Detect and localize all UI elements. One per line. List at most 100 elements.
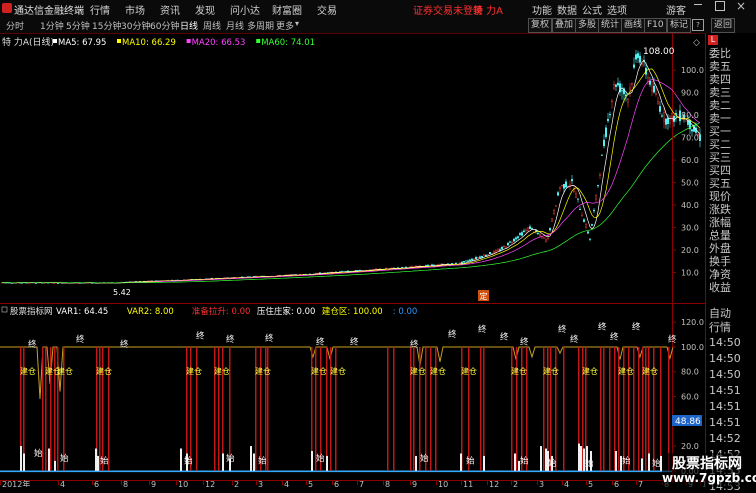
- duogu-button[interactable]: 多股: [575, 18, 600, 33]
- indicator-tag-end: 终: [226, 334, 235, 345]
- candle-body: [461, 261, 463, 264]
- menu-jiaoyi[interactable]: 交易: [317, 2, 337, 17]
- candle-body: [611, 100, 613, 102]
- build-bar: [642, 346, 644, 471]
- candle-body: [597, 185, 599, 187]
- tick-time: 14:50: [709, 368, 741, 381]
- menu-hangqing[interactable]: 行情: [90, 2, 110, 17]
- huaxian-button[interactable]: 画线: [621, 18, 646, 33]
- build-bar: [387, 346, 389, 471]
- info-icon[interactable]: ?: [692, 19, 704, 31]
- start-bar: [48, 448, 50, 471]
- indicator-tag-start: 始: [520, 455, 529, 466]
- build-bar: [196, 346, 198, 471]
- period-weekly[interactable]: 周线: [203, 19, 221, 32]
- start-bar: [54, 460, 56, 471]
- biaoji-button[interactable]: 标记: [667, 18, 692, 33]
- candle-body: [639, 55, 641, 63]
- build-bar: [50, 346, 52, 471]
- start-bar: [326, 455, 328, 471]
- candle-body: [57, 282, 59, 284]
- menu-caifuquan[interactable]: 财富圈: [272, 2, 302, 17]
- candle-body: [557, 192, 559, 196]
- build-bar: [260, 346, 262, 471]
- indicator-name[interactable]: 股票指标网: [10, 306, 53, 317]
- candle-body: [691, 129, 693, 132]
- candle-body: [523, 230, 525, 233]
- panel-l-icon[interactable]: L: [708, 35, 718, 45]
- period-5min[interactable]: 5分钟: [66, 19, 90, 32]
- date-label: 10: [178, 480, 188, 487]
- indicator-tag-end: 终: [28, 339, 37, 350]
- menu-faxian[interactable]: 发现: [195, 2, 215, 17]
- menu-zixun[interactable]: 资讯: [160, 2, 180, 17]
- period-15min[interactable]: 15分钟: [92, 19, 121, 32]
- menu-shuju[interactable]: 数据: [557, 2, 577, 17]
- more-chevron-icon[interactable]: ▾: [295, 19, 299, 28]
- menu-gongneng[interactable]: 功能: [532, 2, 552, 17]
- current-value-label: 48.86: [675, 417, 701, 427]
- indicator-tag-end: 终: [610, 332, 619, 343]
- back-button[interactable]: 返回: [711, 18, 736, 33]
- menu-bar: 通达信金融终端 行情 市场 资讯 发现 问小达 财富圈 交易 证券交易未登录 特…: [0, 0, 756, 18]
- indicator-tag-start: 始: [60, 453, 69, 464]
- start-bar: [253, 453, 255, 471]
- app-logo-icon: [2, 3, 12, 13]
- tick-time: 14:51: [709, 416, 741, 429]
- candle-body: [475, 257, 477, 260]
- candle-body: [527, 227, 529, 231]
- ma20-line: [2, 79, 701, 284]
- menu-wenxiaoda[interactable]: 问小达: [230, 2, 260, 17]
- period-multi[interactable]: 多周期: [247, 19, 274, 32]
- diejia-button[interactable]: 叠加: [552, 18, 577, 33]
- quote-field-label: 卖四: [709, 73, 731, 86]
- minimize-icon[interactable]: [694, 4, 702, 5]
- candle-body: [575, 193, 577, 198]
- period-1min[interactable]: 1分钟: [40, 19, 64, 32]
- indicator-tag-start: 始: [316, 453, 325, 464]
- event-marker-label[interactable]: 定: [480, 291, 488, 301]
- candle-body: [621, 90, 623, 92]
- candle-body: [521, 232, 523, 236]
- build-bar: [563, 346, 565, 471]
- fuquan-button[interactable]: 复权: [528, 18, 553, 33]
- period-more[interactable]: 更多: [276, 19, 294, 32]
- indicator-tag-build: 建仓: [20, 366, 36, 376]
- build-bar: [623, 346, 625, 471]
- candle-body: [497, 249, 499, 251]
- candle-body: [411, 266, 413, 268]
- panel-tab-label[interactable]: 自动: [709, 307, 731, 320]
- period-daily[interactable]: 日线: [180, 19, 198, 32]
- ma-legend-label: MA10: 66.29: [122, 38, 176, 48]
- period-60min[interactable]: 60分钟: [150, 19, 179, 32]
- build-bar: [57, 346, 59, 471]
- candle-body: [493, 250, 495, 254]
- build-bar: [214, 346, 216, 471]
- indicator-settings-icon[interactable]: [1, 306, 8, 313]
- price-axis: 100.0 90.0 80.0 70.0 60.0 50.0 40.0 30.0 20.0 10.…: [672, 66, 704, 278]
- menu-youke[interactable]: 游客: [666, 2, 686, 17]
- tongji-button[interactable]: 统计: [598, 18, 623, 33]
- menu-gongshi[interactable]: 公式: [582, 2, 602, 17]
- period-30min[interactable]: 30分钟: [121, 19, 150, 32]
- build-bar: [54, 346, 56, 471]
- candle-body: [429, 264, 431, 266]
- indicator-tag-end: 终: [668, 334, 677, 345]
- chart-area[interactable]: 100.0 90.0 80.0 70.0 60.0 50.0 40.0 30.0 20.0 10.…: [0, 33, 705, 487]
- close-icon[interactable]: ×: [736, 0, 746, 13]
- period-monthly[interactable]: 月线: [226, 19, 244, 32]
- candle-body: [485, 255, 487, 257]
- price-tick-label: 80.0: [681, 111, 699, 120]
- f10-button[interactable]: F10: [644, 18, 667, 33]
- candle-body: [471, 258, 473, 261]
- candle-body: [565, 181, 567, 188]
- panel-tab-label[interactable]: 行情: [709, 321, 731, 334]
- build-bar: [190, 346, 192, 471]
- date-label: 11: [463, 480, 473, 487]
- date-label: 8: [123, 480, 128, 487]
- period-fenshi[interactable]: 分时: [6, 19, 24, 32]
- menu-xuanxiang[interactable]: 选项: [607, 2, 627, 17]
- maximize-icon[interactable]: [715, 1, 725, 11]
- settings-icon[interactable]: ◇: [693, 38, 700, 48]
- menu-shichang[interactable]: 市场: [125, 2, 145, 17]
